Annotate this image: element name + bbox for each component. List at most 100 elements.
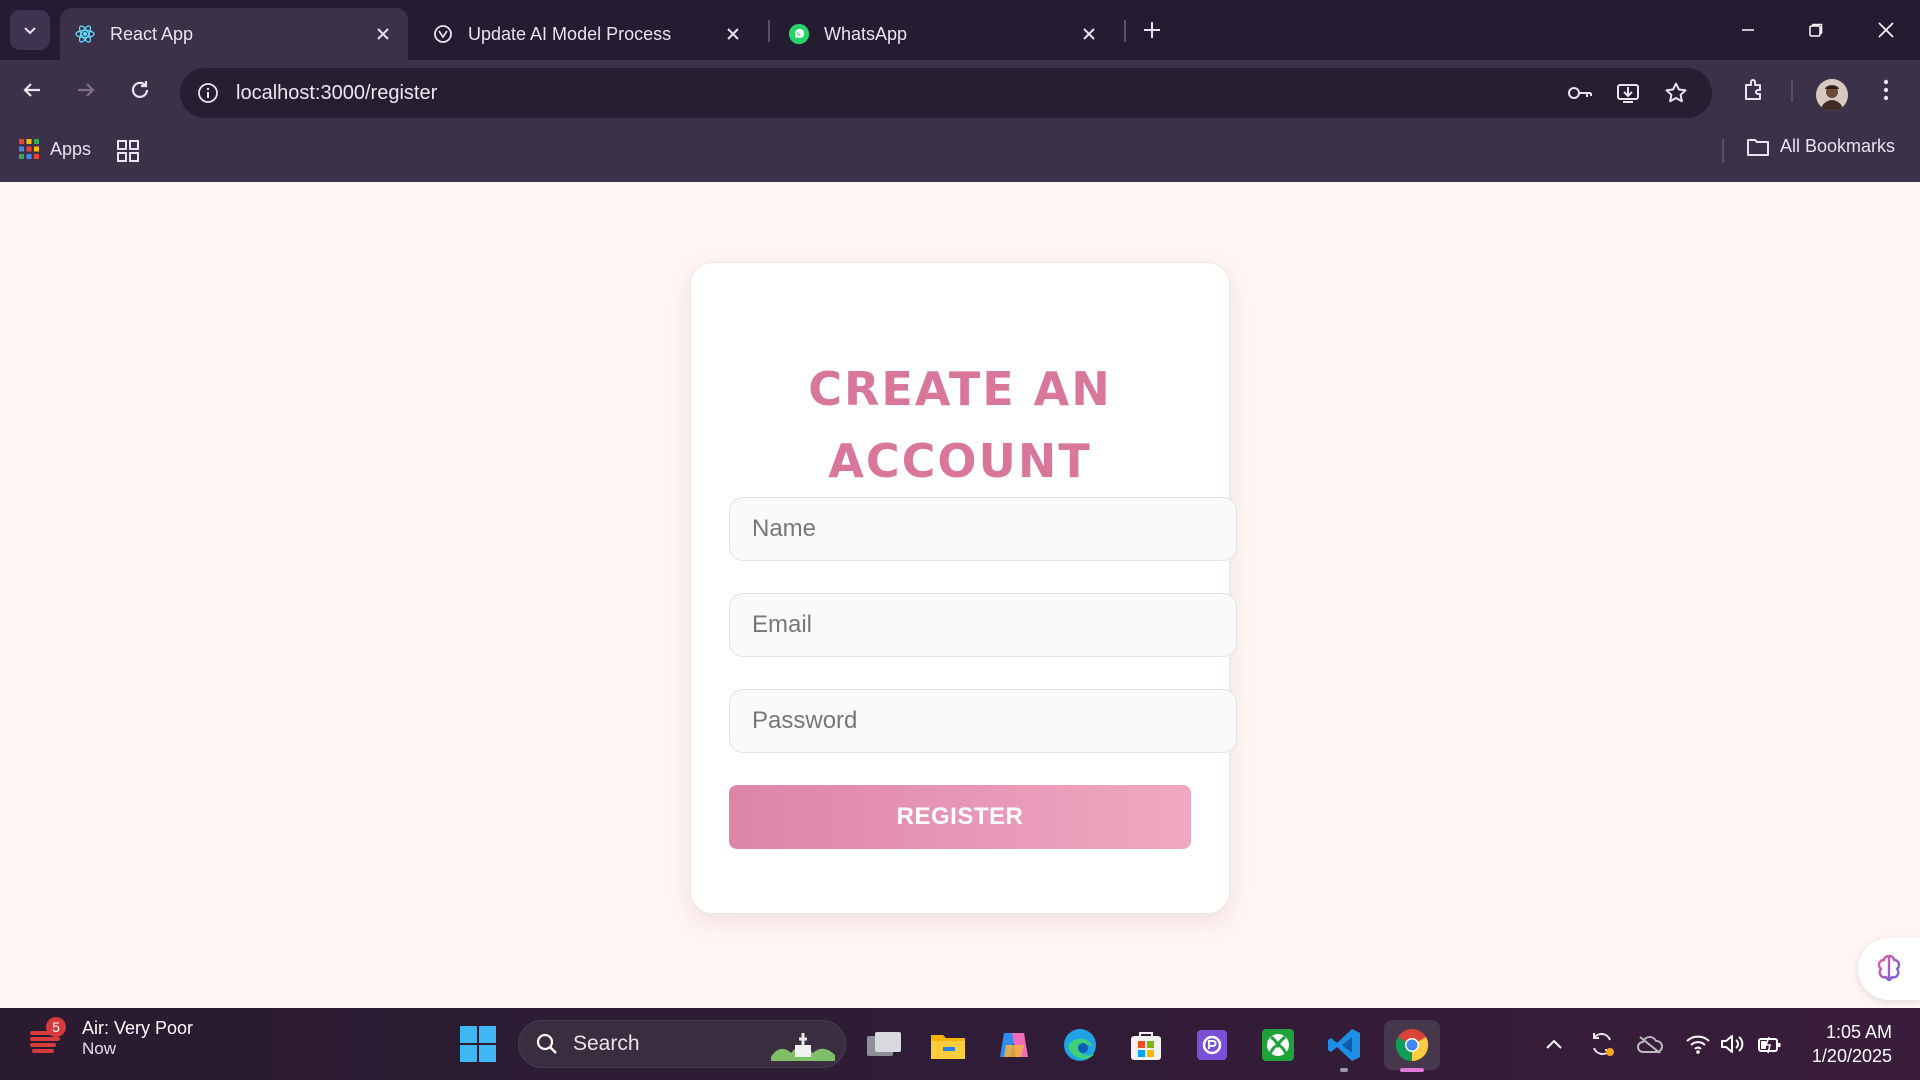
- active-app-indicator: [1400, 1068, 1424, 1072]
- tab-strip: React App Update AI Model Process WhatsA…: [0, 0, 1920, 60]
- clock-date: 1/20/2025: [1811, 1046, 1892, 1066]
- taskbar-search[interactable]: Search: [518, 1020, 846, 1068]
- email-input[interactable]: [729, 593, 1237, 657]
- tab-divider: [1124, 20, 1126, 42]
- page-body: CREATE AN ACCOUNT REGISTER: [0, 182, 1920, 1008]
- chrome-icon: [1395, 1029, 1429, 1062]
- name-input[interactable]: [729, 497, 1237, 561]
- copilot-icon: [1000, 1033, 1028, 1057]
- whatsapp-icon: [788, 23, 810, 45]
- restore-icon: [1809, 23, 1823, 37]
- browser-toolbar: localhost:3000/register: [0, 60, 1920, 120]
- arrow-left-icon: [23, 83, 40, 97]
- apps-grid-icon: [19, 139, 39, 159]
- menu-icon[interactable]: [1866, 70, 1906, 110]
- bookmark-star-icon[interactable]: [1660, 77, 1692, 109]
- register-button[interactable]: REGISTER: [729, 785, 1191, 849]
- tab-title: React App: [110, 23, 194, 44]
- tab-search-button[interactable]: [10, 10, 50, 50]
- address-bar[interactable]: localhost:3000/register: [180, 68, 1712, 118]
- sync-tray-icon[interactable]: [1584, 1026, 1620, 1062]
- arrow-right-icon: [78, 83, 95, 97]
- search-label: Search: [573, 1032, 640, 1055]
- minimize-icon: [1742, 29, 1754, 31]
- folder-icon: [1747, 138, 1769, 156]
- password-input[interactable]: [729, 689, 1237, 753]
- microsoft-store-app[interactable]: [1120, 1020, 1172, 1070]
- onedrive-icon[interactable]: [1632, 1026, 1668, 1062]
- react-icon: [74, 23, 96, 45]
- profile-avatar[interactable]: [1816, 79, 1848, 111]
- tab-title: WhatsApp: [824, 23, 908, 44]
- clock-time: 1:05 AM: [1825, 1022, 1892, 1042]
- close-icon[interactable]: [722, 23, 744, 45]
- chrome-app[interactable]: [1384, 1020, 1440, 1070]
- apps-bookmark[interactable]: Apps: [18, 138, 91, 160]
- windows-taskbar: 5 Air: Very Poor Now Search 1:05 AM 1/20…: [0, 1008, 1920, 1080]
- close-window-button[interactable]: [1852, 0, 1920, 60]
- tab-update-ai-model[interactable]: Update AI Model Process: [418, 8, 758, 60]
- reload-button[interactable]: [120, 70, 160, 110]
- assistant-brain-button[interactable]: [1858, 938, 1920, 1000]
- tab-groups-icon[interactable]: [114, 137, 142, 165]
- bookmarks-divider: [1722, 139, 1724, 163]
- chevron-down-icon: [24, 27, 36, 35]
- weather-widget[interactable]: 5 Air: Very Poor Now: [28, 1016, 194, 1059]
- toolbar-divider: [1791, 80, 1793, 102]
- tab-react-app[interactable]: React App: [60, 8, 408, 60]
- store-icon: [1131, 1032, 1161, 1060]
- title-line-1: CREATE AN: [808, 362, 1112, 416]
- close-icon: [1878, 22, 1894, 38]
- folder-icon: [931, 1035, 965, 1059]
- tab-whatsapp[interactable]: WhatsApp: [774, 8, 1114, 60]
- edge-icon: [1064, 1029, 1096, 1061]
- restore-button[interactable]: [1782, 0, 1850, 60]
- new-tab-button[interactable]: [1136, 14, 1168, 46]
- close-icon[interactable]: [1078, 23, 1100, 45]
- extensions-icon[interactable]: [1734, 70, 1774, 110]
- vscode-app[interactable]: [1318, 1020, 1370, 1070]
- task-view-app[interactable]: [858, 1020, 910, 1070]
- install-app-icon[interactable]: [1612, 77, 1644, 109]
- weather-line-1: Air: Very Poor: [82, 1018, 194, 1038]
- brain-icon: [1877, 954, 1901, 982]
- file-explorer-app[interactable]: [922, 1020, 974, 1070]
- openai-icon: [432, 23, 454, 45]
- battery-icon[interactable]: [1752, 1026, 1788, 1062]
- all-bookmarks-button[interactable]: All Bookmarks: [1746, 136, 1895, 157]
- proton-icon: [1197, 1030, 1227, 1060]
- start-button[interactable]: [460, 1026, 496, 1062]
- bookmarks-bar: Apps All Bookmarks: [0, 120, 1920, 183]
- tab-divider: [768, 20, 770, 42]
- wifi-icon[interactable]: [1680, 1026, 1716, 1062]
- tab-title: Update AI Model Process: [468, 23, 672, 44]
- register-card: CREATE AN ACCOUNT REGISTER: [690, 262, 1237, 914]
- back-button[interactable]: [12, 70, 52, 110]
- copilot-app[interactable]: [988, 1020, 1040, 1070]
- url-text[interactable]: localhost:3000/register: [236, 68, 437, 118]
- search-icon: [536, 1033, 557, 1054]
- page-title: CREATE AN ACCOUNT: [691, 353, 1229, 497]
- xbox-app[interactable]: [1252, 1020, 1304, 1070]
- notification-badge: 5: [46, 1016, 66, 1037]
- running-app-indicator: [1340, 1068, 1348, 1072]
- task-view-icon: [867, 1032, 901, 1056]
- reload-icon: [131, 81, 149, 98]
- plus-icon: [1144, 22, 1160, 38]
- close-icon[interactable]: [372, 23, 394, 45]
- password-key-icon[interactable]: [1564, 77, 1596, 109]
- site-info-icon[interactable]: [192, 77, 224, 109]
- proton-app[interactable]: [1186, 1020, 1238, 1070]
- search-highlight-icon: [771, 1033, 835, 1061]
- edge-app[interactable]: [1054, 1020, 1106, 1070]
- system-clock[interactable]: 1:05 AM 1/20/2025: [1800, 1020, 1892, 1068]
- show-hidden-icons-button[interactable]: [1536, 1026, 1572, 1062]
- volume-icon[interactable]: [1714, 1026, 1750, 1062]
- vscode-icon: [1328, 1029, 1360, 1061]
- forward-button[interactable]: [66, 70, 106, 110]
- xbox-icon: [1262, 1029, 1294, 1061]
- weather-line-2: Now: [82, 1039, 117, 1058]
- title-line-2: ACCOUNT: [828, 434, 1092, 488]
- minimize-button[interactable]: [1714, 0, 1782, 60]
- air-quality-icon: 5: [28, 1016, 66, 1059]
